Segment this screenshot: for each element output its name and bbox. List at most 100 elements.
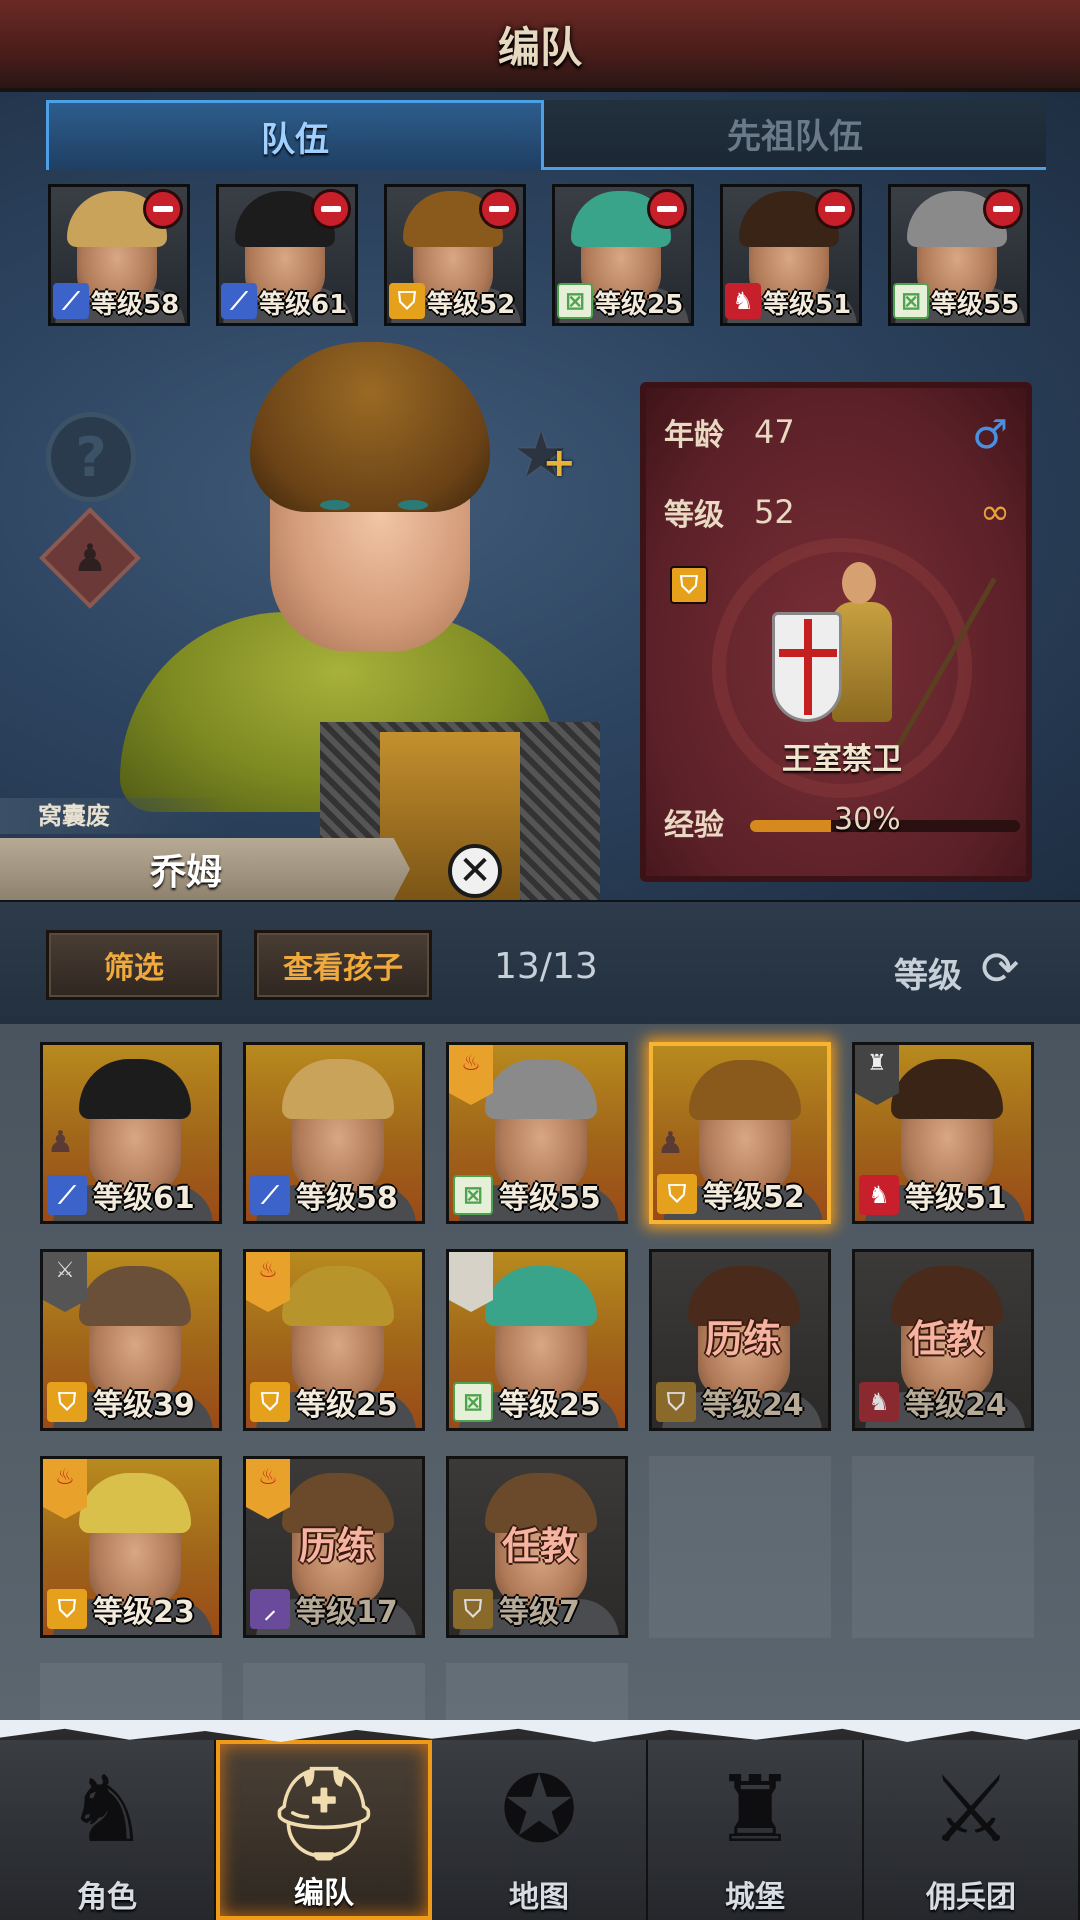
roster-hero-card[interactable]: 任教 ⛉ 等级7 [446,1456,628,1638]
close-icon[interactable]: ✕ [448,844,502,898]
team-member-slot[interactable]: ⟋ 等级61 [216,184,358,326]
remove-icon[interactable] [143,189,183,229]
hero-status-tag: 任教 [501,1524,578,1568]
snow-edge-decoration [0,1720,1080,1742]
team-member-slot[interactable]: ⊠ 等级55 [888,184,1030,326]
hero-eye-right [398,500,428,510]
portrait-hair [282,1266,394,1326]
roster-hero-card[interactable]: ♨ ⛉ 等级25 [243,1249,425,1431]
level-text: 等级39 [93,1388,195,1423]
level-text: 等级25 [499,1388,601,1423]
banner-flag-icon: ♨ [449,1045,493,1105]
remove-icon[interactable] [479,189,519,229]
nav-item-mercenary[interactable]: ⚔ 佣兵团 [864,1740,1080,1920]
roster-hero-card[interactable]: ⚔ ⛉ 等级39 [40,1249,222,1431]
hero-info-banner: 年龄 47 ♂ 等级 52 ∞ ⛉ 王室禁卫 经验 30% [640,382,1032,882]
tab-ancestor-team[interactable]: 先祖队伍 [544,100,1046,170]
shield-icon: ⛉ [47,1382,87,1422]
helmet-icon: ⛑ [265,1760,383,1867]
level-text: 等级52 [427,290,516,320]
roster-count: 13/13 [494,946,598,987]
banner-flag-icon: ♨ [246,1459,290,1519]
roster-hero-card[interactable]: 任教 ♞ 等级24 [852,1249,1034,1431]
nav-item-castle[interactable]: ♜ 城堡 [648,1740,864,1920]
level-text: 等级52 [703,1180,805,1215]
level-text: 等级51 [905,1181,1007,1216]
trait-label[interactable]: 窝囊废 [0,798,230,834]
hero-hair [250,342,490,512]
view-children-button[interactable]: 查看孩子 [254,930,432,1000]
level-text: 等级61 [259,290,348,320]
roster-hero-card[interactable]: ♜ ♞ 等级51 [852,1042,1034,1224]
nav-label: 城堡 [725,1880,785,1915]
family-role-icon: ♟ [47,1125,74,1160]
remove-icon[interactable] [983,189,1023,229]
beast-icon: ♞ [859,1175,899,1215]
roster-hero-card[interactable]: ♟ ⛉ 等级52 [649,1042,831,1224]
portrait-hair [79,1473,191,1533]
sort-refresh-icon[interactable]: ⟳ [974,942,1026,994]
level-value: 52 [754,493,795,531]
tab-bar: 队伍 先祖队伍 [46,100,1046,170]
age-row: 年龄 47 [664,410,795,454]
level-text: 等级55 [499,1181,601,1216]
roster-hero-card[interactable]: 历练 ⛉ 等级24 [649,1249,831,1431]
team-member-slot[interactable]: ⛉ 等级52 [384,184,526,326]
shield-icon: ⛉ [656,1382,696,1422]
shield-icon: ⛉ [389,283,425,319]
empty-slot [852,1456,1034,1638]
level-text: 等级61 [93,1181,195,1216]
empty-slot [446,1663,628,1723]
level-text: 等级58 [296,1181,398,1216]
team-member-slot[interactable]: ⊠ 等级25 [552,184,694,326]
hero-status-tag: 历练 [704,1317,781,1361]
shield-icon: ⛉ [47,1589,87,1629]
royal-guard-figure [772,552,997,762]
team-member-row: ⟋ 等级58 ⟋ 等级61 ⛉ 等级52 ⊠ 等级25 ♞ 等级51 ⊠ 等级55 [48,184,1032,328]
male-icon: ♂ [972,412,1008,458]
age-label: 年龄 [664,418,724,453]
sort-label[interactable]: 等级 [894,948,962,997]
portrait-hair [79,1266,191,1326]
empty-slot [649,1456,831,1638]
tab-team[interactable]: 队伍 [46,100,544,170]
beast-icon: ♞ [725,283,761,319]
nav-label: 编队 [294,1876,354,1911]
nav-item-map[interactable]: ✪ 地图 [432,1740,648,1920]
exp-percent-text: 30% [834,802,901,837]
roster-toolbar: 筛选 查看孩子 13/13 等级 ⟳ [0,900,1080,1024]
remove-icon[interactable] [815,189,855,229]
filter-button[interactable]: 筛选 [46,930,222,1000]
shield-icon: ⛉ [453,1589,493,1629]
roster-hero-card[interactable]: ♨ ⛉ 等级23 [40,1456,222,1638]
empty-slot [243,1663,425,1723]
team-member-slot[interactable]: ♞ 等级51 [720,184,862,326]
title-bar: 编队 [0,0,1080,92]
nav-label: 地图 [509,1880,569,1915]
roster-hero-card[interactable]: ♟ ⟋ 等级61 [40,1042,222,1224]
hero-status-tag: 历练 [298,1524,375,1568]
level-text: 等级58 [91,290,180,320]
remove-icon[interactable] [311,189,351,229]
hero-name-plate[interactable]: 乔姆 [0,838,410,900]
nav-item-formation[interactable]: ⛑ 编队 [216,1740,432,1920]
exp-row: 经验 [664,800,750,844]
team-member-slot[interactable]: ⟋ 等级58 [48,184,190,326]
hero-name: 乔姆 [150,852,223,893]
rings-icon[interactable]: ∞ [980,492,1010,533]
roster-hero-card[interactable]: ⟋ 等级58 [243,1042,425,1224]
roster-hero-card[interactable]: ⊠ 等级25 [446,1249,628,1431]
sword-icon: ⟋ [250,1175,290,1215]
level-text: 等级55 [931,290,1020,320]
star-add-icon[interactable]: ★ [508,422,576,497]
roster-hero-card[interactable]: ♨ 历练 ⸝ 等级17 [243,1456,425,1638]
remove-icon[interactable] [647,189,687,229]
roster-hero-card[interactable]: ♨ ⊠ 等级55 [446,1042,628,1224]
banner-flag-icon: ⚔ [43,1252,87,1312]
portrait-hair [282,1059,394,1119]
banner-flag-icon: ♨ [246,1252,290,1312]
bow-icon: ⊠ [453,1382,493,1422]
nav-item-role[interactable]: ♞ 角色 [0,1740,216,1920]
bow-icon: ⊠ [557,283,593,319]
class-name: 王室禁卫 [782,742,902,777]
